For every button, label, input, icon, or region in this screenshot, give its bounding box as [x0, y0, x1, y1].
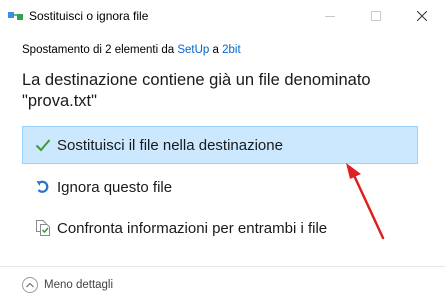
- checkmark-icon: [33, 135, 53, 155]
- minimize-icon: [325, 15, 335, 17]
- less-details-button[interactable]: Meno dettagli: [22, 275, 113, 295]
- maximize-icon: [371, 10, 381, 21]
- source-folder-link[interactable]: SetUp: [177, 44, 209, 56]
- title-bar: Sostituisci o ignora file: [0, 0, 445, 31]
- destination-folder-link[interactable]: 2bit: [222, 44, 241, 56]
- minimize-button[interactable]: [307, 0, 353, 31]
- moving-middle: a: [209, 44, 223, 56]
- compare-files-icon: [33, 218, 53, 238]
- chevron-up-icon: [22, 277, 38, 293]
- close-button[interactable]: [399, 0, 445, 31]
- close-icon: [417, 10, 427, 21]
- moving-prefix: Spostamento di 2 elementi da: [22, 44, 178, 56]
- maximize-button[interactable]: [353, 0, 399, 31]
- skip-arrow-icon: [33, 177, 53, 197]
- heading-line-2: "prova.txt": [22, 92, 97, 110]
- window-title: Sostituisci o ignora file: [29, 9, 149, 23]
- skip-file-option[interactable]: Ignora questo file: [22, 168, 418, 206]
- less-details-label: Meno dettagli: [44, 279, 114, 291]
- moving-info: Spostamento di 2 elementi da SetUp a 2bi…: [22, 44, 241, 56]
- heading-line-1: La destinazione contiene già un file den…: [22, 71, 371, 89]
- replace-file-option[interactable]: Sostituisci il file nella destinazione: [22, 126, 418, 164]
- compare-files-label: Confronta informazioni per entrambi i fi…: [57, 219, 328, 237]
- skip-file-label: Ignora questo file: [57, 178, 173, 196]
- replace-file-label: Sostituisci il file nella destinazione: [57, 136, 283, 154]
- footer-divider: [0, 266, 445, 267]
- move-files-icon: [8, 12, 23, 20]
- compare-files-option[interactable]: Confronta informazioni per entrambi i fi…: [22, 209, 418, 247]
- conflict-heading: La destinazione contiene già un file den…: [22, 70, 422, 112]
- replace-or-skip-dialog: Sostituisci o ignora file Spostamento di…: [0, 0, 445, 304]
